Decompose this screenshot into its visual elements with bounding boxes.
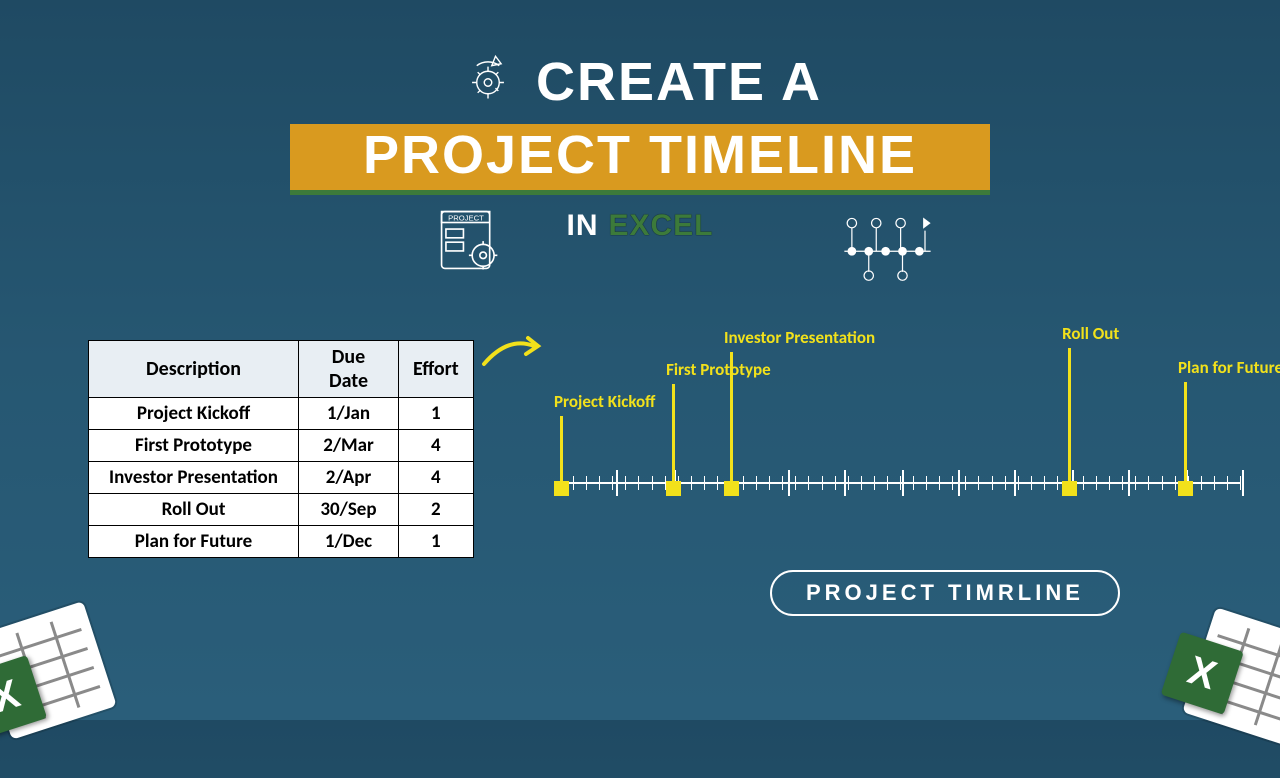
table-header-row: Description Due Date Effort bbox=[89, 341, 474, 398]
col-due-date: Due Date bbox=[299, 341, 399, 398]
milestone-label: Roll Out bbox=[1062, 323, 1119, 344]
arrow-icon bbox=[480, 330, 550, 380]
cell-desc: Roll Out bbox=[89, 494, 299, 526]
milestone-label: Plan for Future bbox=[1178, 357, 1280, 378]
table-row: Plan for Future 1/Dec 1 bbox=[89, 526, 474, 558]
gear-icon bbox=[458, 45, 518, 118]
cell-desc: Plan for Future bbox=[89, 526, 299, 558]
cell-effort: 2 bbox=[399, 494, 474, 526]
table-row: Investor Presentation 2/Apr 4 bbox=[89, 462, 474, 494]
project-board-icon: PROJECT bbox=[435, 205, 505, 280]
title-in: IN bbox=[566, 209, 598, 243]
cell-date: 1/Dec bbox=[299, 526, 399, 558]
cell-desc: Project Kickoff bbox=[89, 398, 299, 430]
timeline-caption: PROJECT TIMRLINE bbox=[770, 570, 1120, 616]
table-row: Roll Out 30/Sep 2 bbox=[89, 494, 474, 526]
cell-effort: 4 bbox=[399, 462, 474, 494]
excel-logo-icon: X bbox=[1144, 588, 1280, 777]
milestone-table: Description Due Date Effort Project Kick… bbox=[88, 340, 474, 558]
col-effort: Effort bbox=[399, 341, 474, 398]
svg-text:PROJECT: PROJECT bbox=[448, 213, 484, 222]
timeline-chart: Project KickoffFirst PrototypeInvestor P… bbox=[560, 330, 1240, 550]
cell-effort: 1 bbox=[399, 398, 474, 430]
cell-desc: Investor Presentation bbox=[89, 462, 299, 494]
table-row: First Prototype 2/Mar 4 bbox=[89, 430, 474, 462]
cell-desc: First Prototype bbox=[89, 430, 299, 462]
title-excel: EXCEL bbox=[608, 209, 713, 243]
cell-date: 1/Jan bbox=[299, 398, 399, 430]
git-branches-icon bbox=[840, 210, 935, 290]
cell-date: 2/Apr bbox=[299, 462, 399, 494]
excel-logo-icon: X bbox=[0, 588, 136, 777]
milestone-label: Investor Presentation bbox=[724, 327, 875, 348]
cell-date: 30/Sep bbox=[299, 494, 399, 526]
milestone-label: Project Kickoff bbox=[554, 391, 655, 412]
title-line1: CREATE A bbox=[536, 51, 822, 113]
title-line2: PROJECT TIMELINE bbox=[290, 124, 990, 195]
cell-effort: 1 bbox=[399, 526, 474, 558]
cell-effort: 4 bbox=[399, 430, 474, 462]
col-description: Description bbox=[89, 341, 299, 398]
cell-date: 2/Mar bbox=[299, 430, 399, 462]
table-row: Project Kickoff 1/Jan 1 bbox=[89, 398, 474, 430]
milestone-label: First Prototype bbox=[666, 359, 771, 380]
